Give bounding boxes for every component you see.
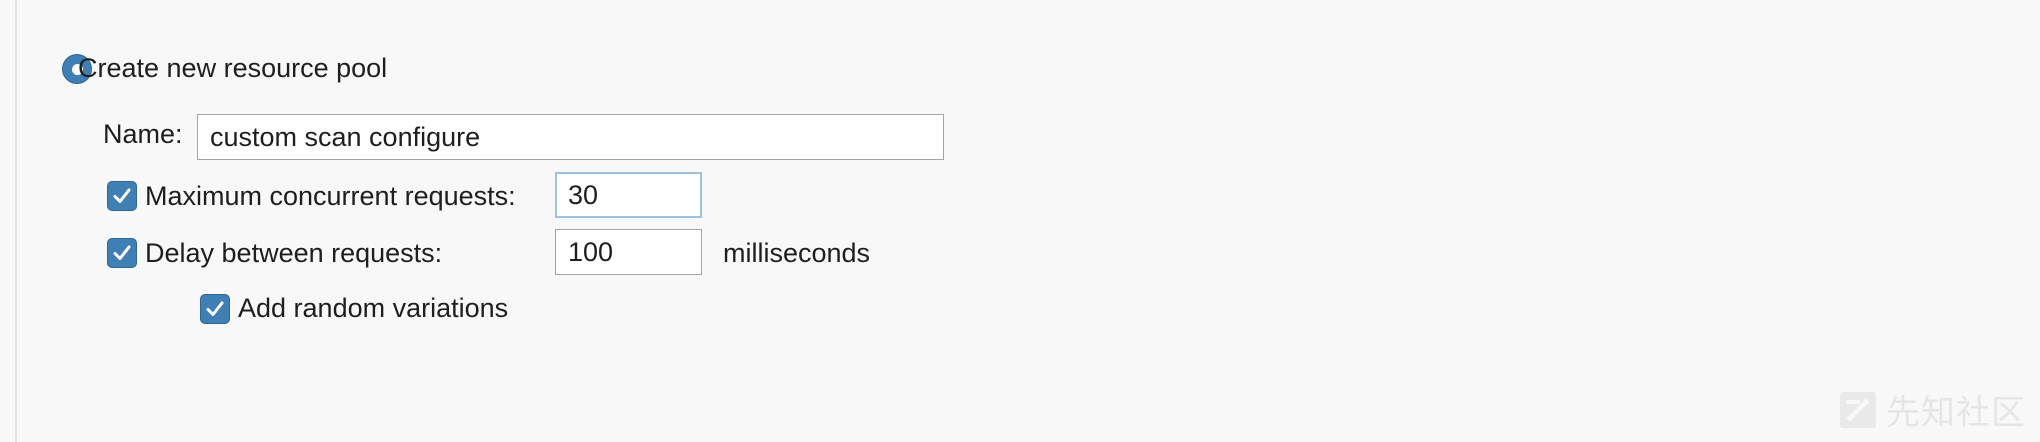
checkmark-icon [113, 245, 131, 260]
delay-unit-label: milliseconds [723, 238, 871, 268]
create-new-pool-label[interactable]: Create new resource pool [78, 52, 387, 84]
random-variations-label: Add random variations [238, 293, 509, 323]
max-concurrent-input[interactable] [555, 172, 702, 218]
watermark-text: 先知社区 [1886, 393, 2026, 433]
pool-name-input[interactable] [197, 114, 944, 160]
max-concurrent-checkbox[interactable] [107, 181, 137, 211]
max-concurrent-label: Maximum concurrent requests: [145, 181, 516, 211]
delay-label: Delay between requests: [145, 238, 443, 268]
watermark: 先知社区 [1838, 385, 2026, 434]
name-label: Name: [103, 119, 183, 149]
random-variations-checkbox[interactable] [200, 294, 230, 324]
delay-checkbox[interactable] [107, 238, 137, 268]
checkmark-icon [206, 301, 224, 316]
watermark-logo-icon [1840, 391, 1876, 428]
delay-input[interactable] [555, 229, 702, 275]
checkmark-icon [113, 188, 131, 203]
resource-pool-panel: Create new resource pool Name: Maximum c… [17, 0, 2040, 442]
